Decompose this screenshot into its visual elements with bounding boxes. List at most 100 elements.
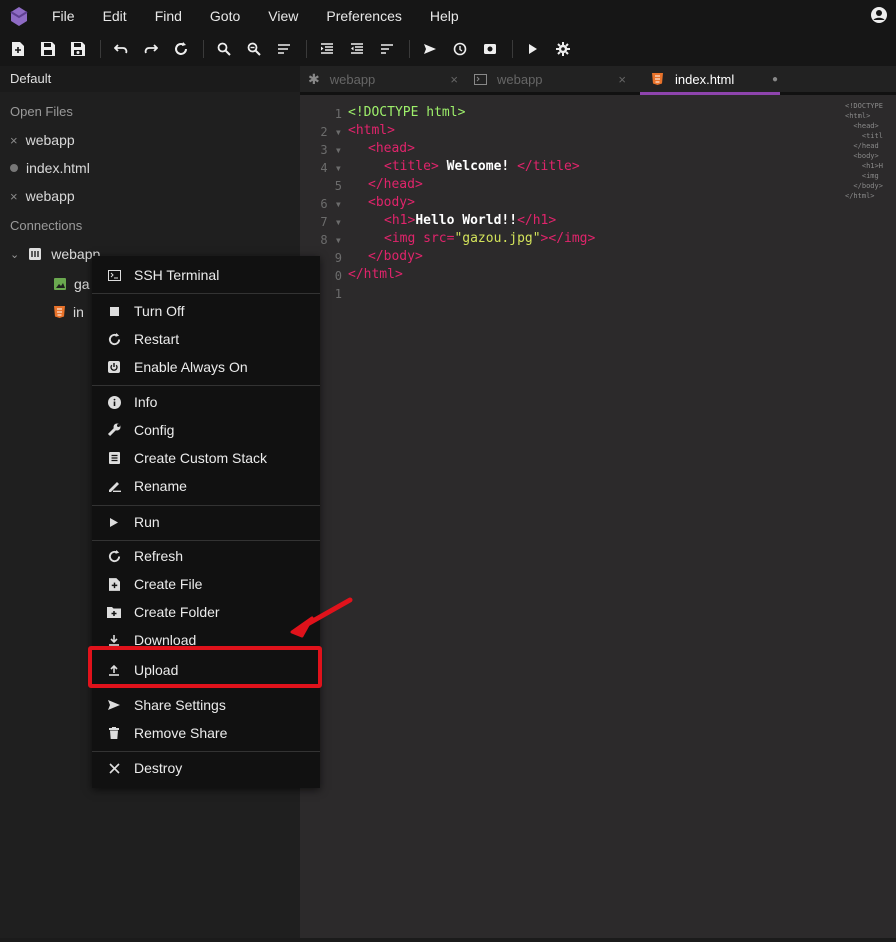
asterisk-icon: ✱ bbox=[308, 70, 320, 87]
status-bar bbox=[0, 938, 896, 942]
menu-help[interactable]: Help bbox=[430, 8, 459, 24]
code-line: <html> bbox=[348, 123, 395, 138]
history-icon[interactable] bbox=[448, 37, 472, 61]
tab-webapp-2[interactable]: webapp × bbox=[474, 66, 634, 92]
menu-item-label: Info bbox=[134, 394, 158, 410]
menu-item-label: Create File bbox=[134, 576, 203, 592]
menu-file[interactable]: File bbox=[52, 8, 75, 24]
line-number: 1 bbox=[334, 107, 342, 121]
minimap[interactable]: <!DOCTYPE <html> <head> <titl </head <bo… bbox=[845, 101, 883, 201]
server-icon bbox=[29, 248, 42, 260]
tab-label: webapp bbox=[497, 71, 543, 87]
menu-view[interactable]: View bbox=[268, 8, 298, 24]
menu-preferences[interactable]: Preferences bbox=[326, 8, 401, 24]
connections-heading: Connections bbox=[10, 218, 83, 233]
menu-separator bbox=[92, 385, 320, 386]
settings-icon[interactable] bbox=[551, 37, 575, 61]
project-selector[interactable]: Default bbox=[0, 66, 300, 92]
connection-webapp[interactable]: ⌄ webapp bbox=[10, 246, 100, 262]
info-icon bbox=[106, 394, 122, 410]
menu-item-label: Destroy bbox=[134, 760, 183, 776]
toolbar-separator bbox=[409, 40, 410, 58]
tab-webapp-1[interactable]: ✱ webapp × bbox=[308, 66, 464, 92]
menu-find[interactable]: Find bbox=[155, 8, 182, 24]
code-line: </body> bbox=[368, 249, 423, 264]
menu-turn-off[interactable]: Turn Off bbox=[92, 298, 320, 324]
new-file-icon[interactable] bbox=[6, 37, 30, 61]
user-icon[interactable] bbox=[870, 6, 888, 24]
tree-item-label: ga bbox=[74, 276, 90, 292]
wrap-icon[interactable] bbox=[272, 37, 296, 61]
unsaved-dot-icon[interactable]: ● bbox=[772, 74, 778, 85]
line-number: 6 ▾ bbox=[320, 197, 342, 211]
menu-restart[interactable]: Restart bbox=[92, 326, 320, 352]
menu-info[interactable]: Info bbox=[92, 389, 320, 415]
tree-item-gazou[interactable]: ga bbox=[54, 276, 90, 292]
menu-run[interactable]: Run bbox=[92, 509, 320, 535]
redo-icon[interactable] bbox=[139, 37, 163, 61]
align-icon[interactable] bbox=[375, 37, 399, 61]
open-file-label: webapp bbox=[25, 188, 75, 204]
outdent-icon[interactable] bbox=[345, 37, 369, 61]
close-icon[interactable]: × bbox=[450, 72, 458, 87]
menu-bar: File Edit Find Goto View Preferences Hel… bbox=[0, 0, 896, 32]
menu-item-label: Rename bbox=[134, 478, 187, 494]
menu-rename[interactable]: Rename bbox=[92, 473, 320, 499]
close-icon[interactable]: × bbox=[10, 133, 18, 148]
open-file-webapp-2[interactable]: × webapp bbox=[10, 188, 75, 204]
menu-config[interactable]: Config bbox=[92, 417, 320, 443]
undo-icon[interactable] bbox=[109, 37, 133, 61]
menu-item-label: Refresh bbox=[134, 548, 184, 564]
wrench-icon bbox=[106, 422, 122, 438]
tab-index-html[interactable]: index.html ● bbox=[652, 66, 792, 92]
reload-icon[interactable] bbox=[169, 37, 193, 61]
menu-ssh-terminal[interactable]: SSH Terminal bbox=[92, 262, 320, 288]
menu-item-label: Create Custom Stack bbox=[134, 450, 268, 466]
menu-separator bbox=[92, 505, 320, 506]
save-icon[interactable] bbox=[36, 37, 60, 61]
menu-item-label: Restart bbox=[134, 331, 180, 347]
preview-icon[interactable] bbox=[478, 37, 502, 61]
menu-goto[interactable]: Goto bbox=[210, 8, 240, 24]
code-line: <img src="gazou.jpg"></img> bbox=[384, 231, 596, 246]
menu-edit[interactable]: Edit bbox=[103, 8, 127, 24]
open-file-index-html[interactable]: index.html bbox=[10, 160, 90, 176]
menu-share-settings[interactable]: Share Settings bbox=[92, 692, 320, 718]
menu-create-folder[interactable]: Create Folder bbox=[92, 599, 320, 625]
open-files-heading: Open Files bbox=[10, 104, 73, 119]
menu-remove-share[interactable]: Remove Share bbox=[92, 720, 320, 746]
menu-destroy[interactable]: Destroy bbox=[92, 755, 320, 781]
menu-item-label: Share Settings bbox=[134, 697, 226, 713]
menu-item-label: Config bbox=[134, 422, 175, 438]
menu-create-file[interactable]: Create File bbox=[92, 571, 320, 597]
menu-enable-always-on[interactable]: Enable Always On bbox=[92, 354, 320, 380]
unsaved-dot-icon bbox=[10, 164, 18, 172]
send-icon[interactable] bbox=[418, 37, 442, 61]
close-icon[interactable]: × bbox=[618, 72, 626, 87]
menu-separator bbox=[92, 751, 320, 752]
terminal-icon bbox=[474, 73, 487, 85]
indent-icon[interactable] bbox=[315, 37, 339, 61]
new-folder-icon bbox=[106, 604, 122, 620]
line-number: 2 ▾ bbox=[320, 125, 342, 139]
app-logo-icon bbox=[8, 5, 30, 27]
menu-create-custom-stack[interactable]: Create Custom Stack bbox=[92, 445, 320, 471]
trash-icon bbox=[106, 725, 122, 741]
chevron-down-icon[interactable]: ⌄ bbox=[10, 248, 19, 261]
html5-icon bbox=[652, 73, 663, 85]
menu-refresh[interactable]: Refresh bbox=[92, 543, 320, 569]
menu-item-label: SSH Terminal bbox=[134, 267, 220, 283]
code-editor[interactable]: 1 2 ▾ 3 ▾ 4 ▾ 5 6 ▾ 7 ▾ 8 ▾ 9 0 1 <!DOCT… bbox=[300, 95, 896, 942]
code-line: <!DOCTYPE html> bbox=[348, 105, 466, 120]
play-icon[interactable] bbox=[521, 37, 545, 61]
html5-icon bbox=[54, 306, 65, 318]
replace-icon[interactable] bbox=[242, 37, 266, 61]
share-icon bbox=[106, 697, 122, 713]
search-icon[interactable] bbox=[212, 37, 236, 61]
upload-highlight-box bbox=[88, 646, 322, 688]
open-file-webapp-1[interactable]: × webapp bbox=[10, 132, 75, 148]
save-all-icon[interactable] bbox=[66, 37, 90, 61]
close-icon[interactable]: × bbox=[10, 189, 18, 204]
open-file-label: webapp bbox=[25, 132, 75, 148]
tree-item-index[interactable]: in bbox=[54, 304, 84, 320]
